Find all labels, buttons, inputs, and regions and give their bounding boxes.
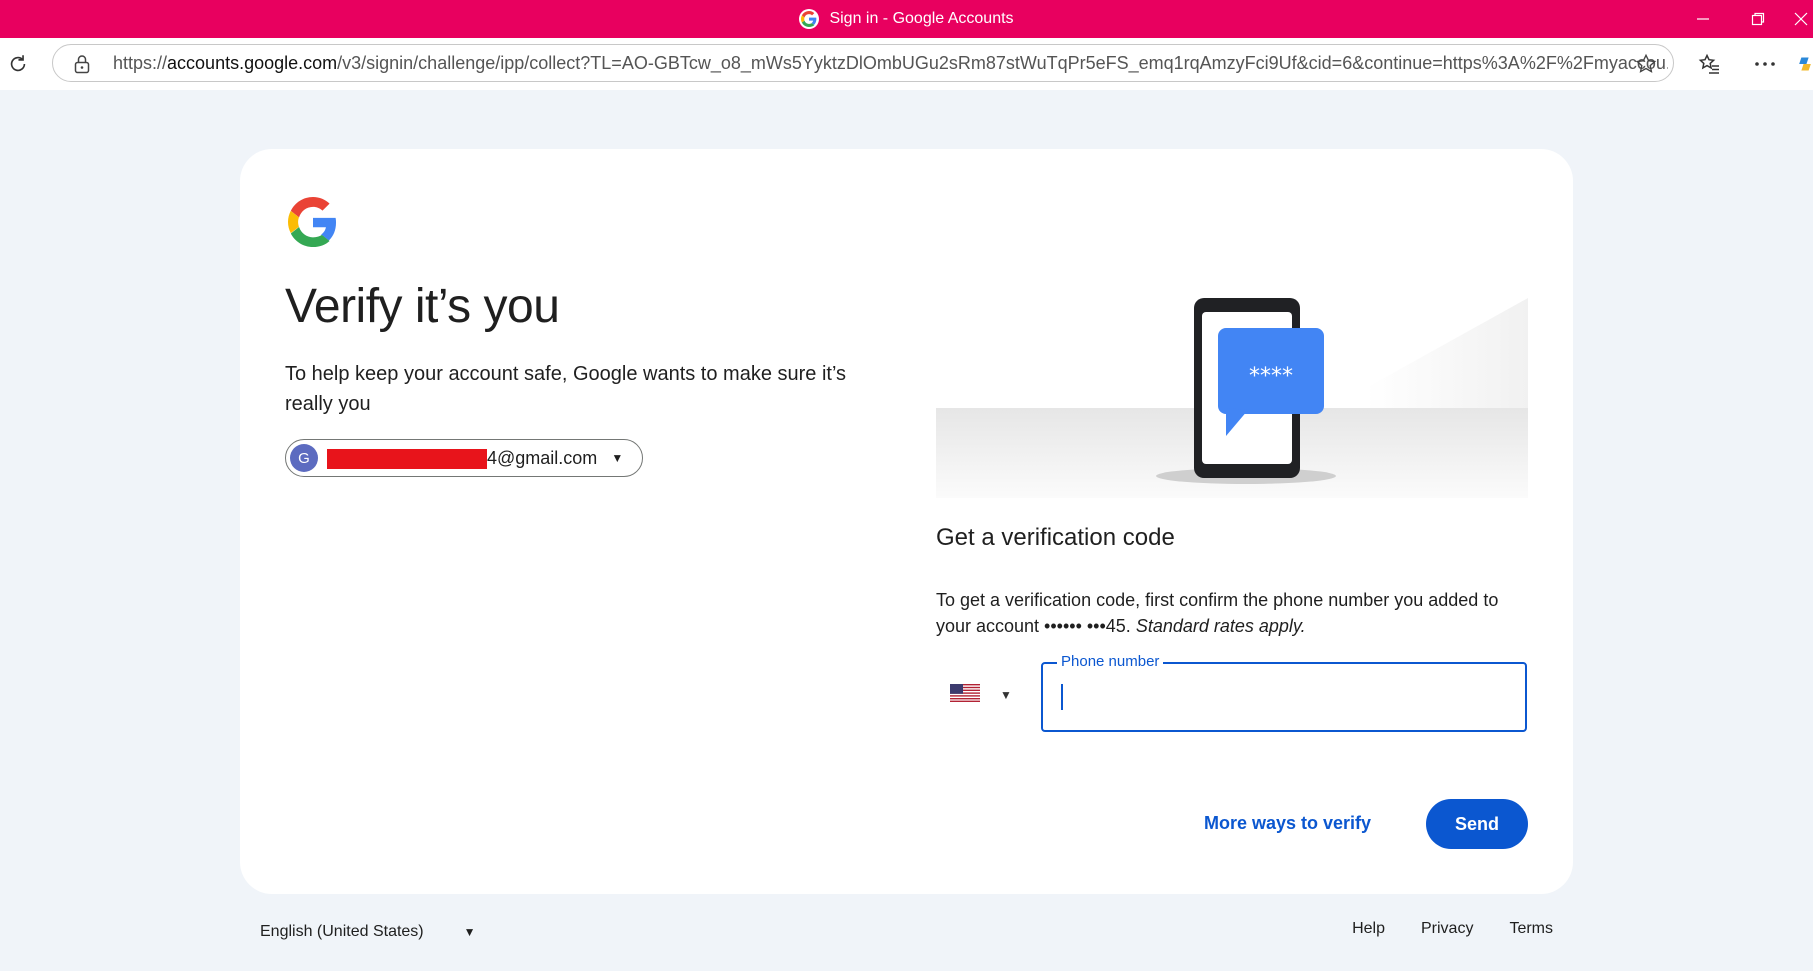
close-icon <box>1794 12 1807 26</box>
window-title-group: Sign in - Google Accounts <box>0 0 1813 38</box>
language-label: English (United States) <box>260 923 424 940</box>
page-subtitle: To help keep your account safe, Google w… <box>285 363 847 415</box>
google-logo-icon <box>288 197 338 252</box>
copilot-button[interactable] <box>1797 46 1813 82</box>
account-email: 4@gmail.com <box>327 448 597 469</box>
account-selector[interactable]: G 4@gmail.com ▼ <box>285 439 643 477</box>
favorites-list-icon <box>1698 53 1719 74</box>
url-text: https://accounts.google.com/v3/signin/ch… <box>113 45 1668 81</box>
privacy-link[interactable]: Privacy <box>1421 920 1473 938</box>
google-favicon-icon <box>799 9 820 29</box>
country-code-select[interactable]: ▼ <box>950 669 1020 721</box>
footer-links: Help Privacy Terms <box>1352 920 1553 938</box>
url-scheme: https:// <box>113 53 168 73</box>
window-titlebar: Sign in - Google Accounts <box>0 0 1813 38</box>
signin-card: Verify it’s you To help keep your accoun… <box>240 149 1573 894</box>
svg-text:****: **** <box>1249 364 1293 389</box>
country-chevron-down-icon: ▼ <box>1000 688 1012 702</box>
phone-number-label: Phone number <box>1057 653 1164 670</box>
verification-title: Get a verification code <box>936 524 1175 551</box>
browser-toolbar: https://accounts.google.com/v3/signin/ch… <box>0 38 1813 90</box>
lock-icon <box>73 54 91 79</box>
more-menu-button[interactable] <box>1747 46 1783 82</box>
language-chevron-down-icon: ▼ <box>463 925 476 939</box>
text-cursor <box>1061 684 1063 710</box>
phone-illustration: **** <box>936 298 1528 498</box>
phone-number-field[interactable]: Phone number <box>1041 653 1527 732</box>
more-dots-icon <box>1755 62 1775 66</box>
address-bar[interactable]: https://accounts.google.com/v3/signin/ch… <box>52 44 1674 82</box>
phone-number-input[interactable] <box>1059 678 1513 718</box>
terms-link[interactable]: Terms <box>1509 920 1553 938</box>
avatar: G <box>290 444 318 472</box>
help-link[interactable]: Help <box>1352 920 1385 938</box>
us-flag-icon <box>950 683 980 707</box>
chevron-down-icon: ▼ <box>611 451 624 465</box>
language-selector[interactable]: English (United States) ▼ <box>260 920 476 944</box>
window-title: Sign in - Google Accounts <box>829 10 1014 27</box>
minimize-icon <box>1697 18 1709 20</box>
refresh-button[interactable] <box>0 46 36 82</box>
restore-button[interactable] <box>1733 0 1783 38</box>
verification-description: To get a verification code, first confir… <box>936 587 1528 639</box>
restore-icon <box>1751 12 1765 26</box>
copilot-icon <box>1799 57 1811 71</box>
url-path: /v3/signin/challenge/ipp/collect?TL=AO-G… <box>337 53 1668 73</box>
favorite-star-button[interactable] <box>1635 53 1657 80</box>
minimize-button[interactable] <box>1678 0 1728 38</box>
redaction-mark <box>327 448 487 469</box>
send-button[interactable]: Send <box>1426 799 1528 849</box>
favorites-button[interactable] <box>1692 46 1728 82</box>
url-host: accounts.google.com <box>167 53 338 73</box>
standard-rates-note: Standard rates apply. <box>1135 616 1306 636</box>
more-ways-to-verify-button[interactable]: More ways to verify <box>1204 799 1371 847</box>
close-button[interactable] <box>1788 0 1813 38</box>
refresh-icon <box>10 55 26 72</box>
page-title: Verify it’s you <box>285 280 560 333</box>
star-icon <box>1635 53 1657 73</box>
